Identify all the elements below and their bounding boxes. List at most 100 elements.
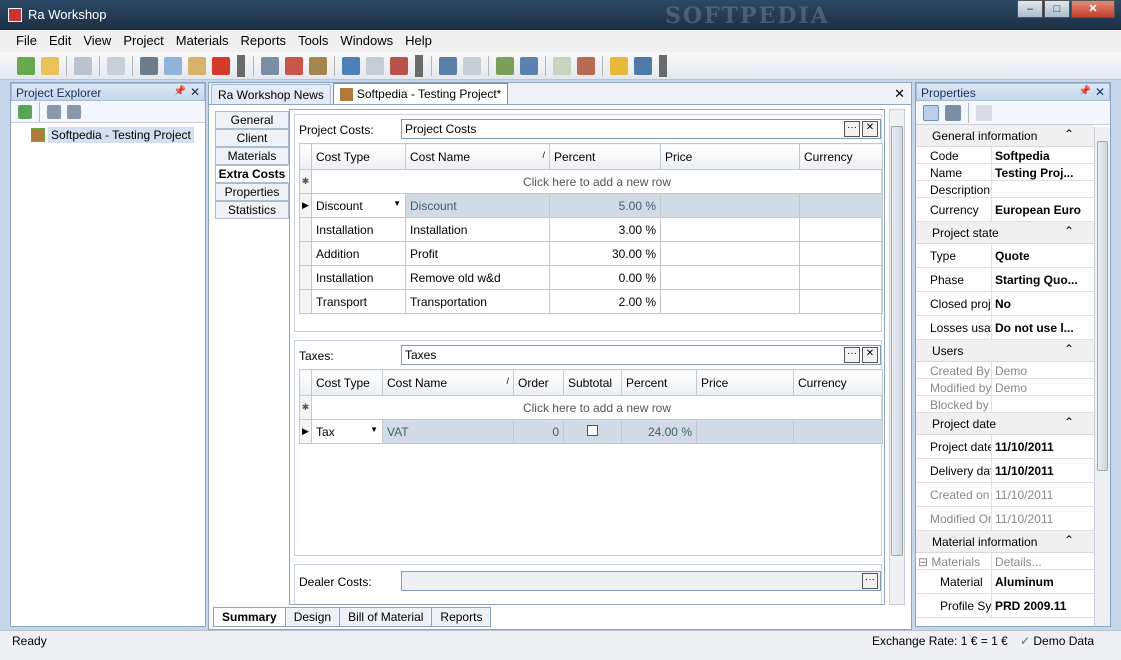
currency-cell[interactable] [799,193,883,218]
menu-project[interactable]: Project [117,30,169,52]
browse-button[interactable]: ··· [862,573,878,589]
properties-icon[interactable] [309,56,327,75]
tab-summary[interactable]: Summary [213,607,286,627]
toolbar-overflow-3[interactable] [659,54,667,77]
tab-bill-of-material[interactable]: Bill of Material [339,607,433,627]
new-row[interactable]: ✱ Click here to add a new row [299,169,883,194]
cost-type-dropdown[interactable]: Tax ▼ [311,419,383,444]
toolbar-overflow-1[interactable] [237,54,245,77]
property-row[interactable]: Project date 11/10/2011 [916,435,1094,459]
price-cell[interactable] [660,265,800,290]
menu-help[interactable]: Help [399,30,438,52]
col-cost-type[interactable]: Cost Type [311,369,383,396]
col-currency[interactable]: Currency [799,143,883,170]
price-cell[interactable] [696,419,794,444]
tab-statistics[interactable]: Statistics [215,201,289,219]
price-cell[interactable] [660,217,800,242]
taxes-field[interactable]: Taxes ··· ✕ [401,345,881,365]
tab-project[interactable]: Softpedia - Testing Project* [332,83,509,104]
cost-type-dropdown[interactable]: Discount ▼ [311,193,406,218]
collapse-icon[interactable]: ⌃ [1064,415,1074,429]
new-project-icon[interactable] [17,56,35,75]
property-row[interactable]: Closed proje No [916,292,1094,316]
close-window-button[interactable]: ✕ [1071,0,1115,18]
col-cost-name[interactable]: Cost Name / [405,143,550,170]
browse-button[interactable]: ··· [844,121,860,137]
cost-type-cell[interactable]: Installation [311,217,406,242]
col-cost-type[interactable]: Cost Type [311,143,406,170]
menu-view[interactable]: View [77,30,117,52]
property-row[interactable]: Type Quote [916,244,1094,268]
tools-icon[interactable] [463,56,481,75]
currency-cell[interactable] [799,217,883,242]
percent-cell[interactable]: 30.00 % [549,241,661,266]
menu-file[interactable]: File [10,30,43,52]
property-row[interactable]: ⊟ Materials Details... [916,553,1094,570]
clear-button[interactable]: ✕ [862,347,878,363]
table-row[interactable]: Transport Transportation 2.00 % [299,289,883,314]
col-order[interactable]: Order [513,369,564,396]
currency-cell[interactable] [793,419,883,444]
price-cell[interactable] [660,241,800,266]
clear-button[interactable]: ✕ [862,121,878,137]
toolbar-overflow-2[interactable] [415,54,423,77]
remove-icon[interactable] [285,56,303,75]
percent-cell[interactable]: 24.00 % [621,419,697,444]
property-row[interactable]: Material Aluminum [916,570,1094,594]
new-row-label[interactable]: Click here to add a new row [311,395,883,420]
expand-icon[interactable]: ⊟ [918,555,931,569]
col-cost-name[interactable]: Cost Name / [382,369,514,396]
sort-alphabetical-icon[interactable] [945,104,961,121]
calculator-icon[interactable] [439,56,457,75]
tree-view-icon[interactable] [67,104,81,119]
currency-cell[interactable] [799,289,883,314]
scrollbar-thumb[interactable] [1097,141,1108,471]
cost-name-cell[interactable]: Transportation [405,289,550,314]
paste-icon[interactable] [188,56,206,75]
table-row[interactable]: Installation Remove old w&d 0.00 % [299,265,883,290]
cost-type-cell[interactable]: Transport [311,289,406,314]
menu-materials[interactable]: Materials [170,30,235,52]
tab-workshop-news[interactable]: Ra Workshop News [211,84,331,104]
browse-button[interactable]: ··· [844,347,860,363]
properties-scrollbar[interactable] [1094,127,1110,626]
group-material-information[interactable]: Material information ⌃ [916,531,1094,553]
percent-cell[interactable]: 5.00 % [549,193,661,218]
new-row-label[interactable]: Click here to add a new row [311,169,883,194]
group-general-information[interactable]: General information ⌃ [916,125,1094,147]
refresh-icon[interactable] [18,104,32,119]
checkbox-icon[interactable] [587,424,598,436]
tab-properties[interactable]: Properties [215,183,289,201]
subtotal-checkbox[interactable] [563,419,622,444]
col-currency[interactable]: Currency [793,369,883,396]
cost-name-cell[interactable]: VAT [382,419,514,444]
group-users[interactable]: Users ⌃ [916,340,1094,362]
property-row[interactable]: Currency European Euro [916,198,1094,222]
col-price[interactable]: Price [660,143,800,170]
property-row[interactable]: Profile Sy: PRD 2009.11 [916,594,1094,618]
col-subtotal[interactable]: Subtotal [563,369,622,396]
maximize-button[interactable]: □ [1044,0,1070,18]
report-icon[interactable] [390,56,408,75]
tab-general[interactable]: General [215,111,289,129]
property-row[interactable]: Losses usag Do not use l... [916,316,1094,340]
table-row[interactable]: ▶ Discount ▼ Discount 5.00 % [299,193,883,218]
content-scrollbar[interactable] [889,109,905,605]
table-row[interactable]: Addition Profit 30.00 % [299,241,883,266]
tree-item-project[interactable]: Softpedia - Testing Project [31,127,194,143]
property-row[interactable]: Description [916,181,1094,198]
property-row[interactable]: Phase Starting Quo... [916,268,1094,292]
col-price[interactable]: Price [696,369,794,396]
menu-windows[interactable]: Windows [334,30,399,52]
property-row[interactable]: Code Softpedia [916,147,1094,164]
list-view-icon[interactable] [47,104,61,119]
import-icon[interactable] [553,56,571,75]
menu-reports[interactable]: Reports [235,30,293,52]
cut-icon[interactable] [140,56,158,75]
collapse-icon[interactable]: ⌃ [1064,533,1074,547]
table-row[interactable]: ▶ Tax ▼ VAT 0 24.00 % [299,419,883,444]
save-icon[interactable] [74,56,92,75]
tab-client[interactable]: Client [215,129,289,147]
tab-materials[interactable]: Materials [215,147,289,165]
pin-icon[interactable]: 📌 [174,86,186,97]
